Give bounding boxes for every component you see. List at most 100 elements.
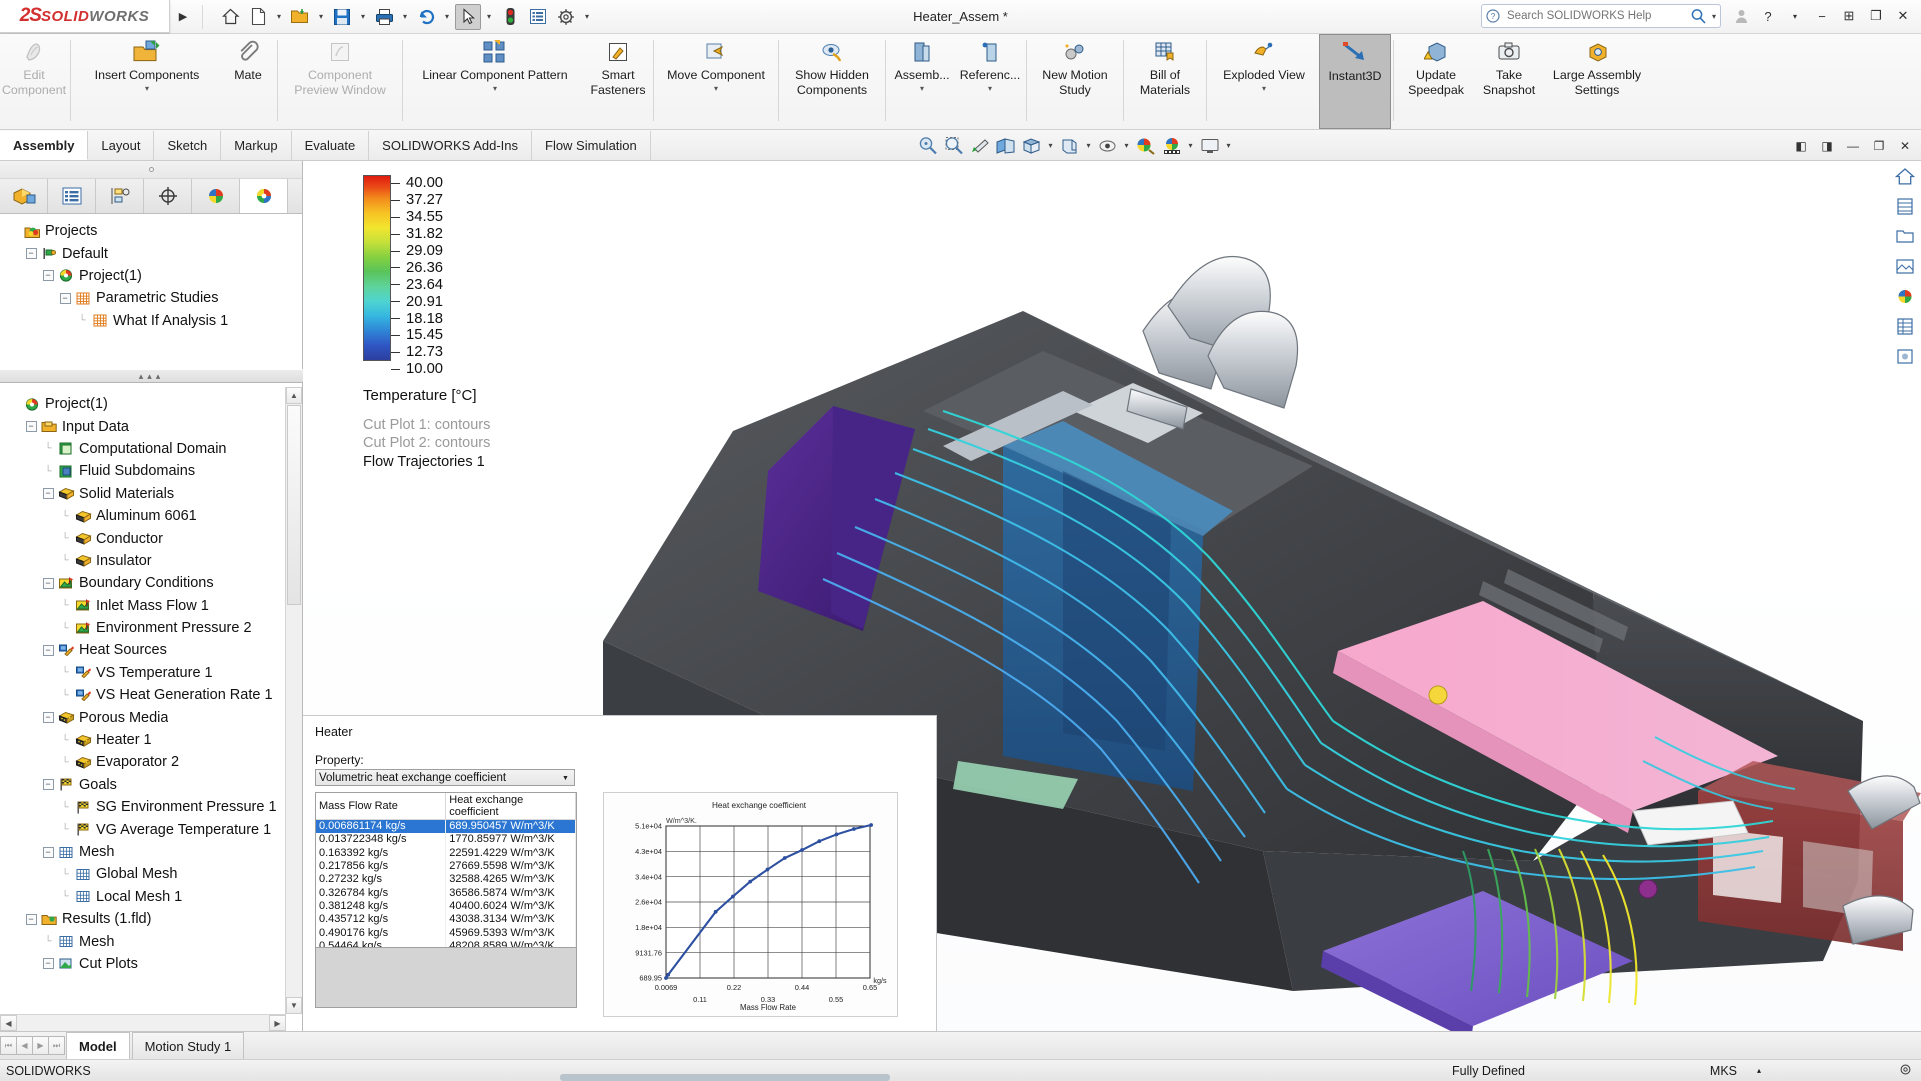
hide-show-items-caret-icon[interactable]: ▾ bbox=[1121, 141, 1132, 150]
tree-vertical-scrollbar[interactable]: ▲ ▼ bbox=[285, 387, 302, 1014]
tree-item-solid-materials[interactable]: − Solid Materials bbox=[6, 483, 285, 505]
appearances-pane-icon[interactable] bbox=[1891, 223, 1919, 250]
tree-item-fluid-subdomains[interactable]: └ Fluid Subdomains bbox=[6, 460, 285, 482]
tree-expander-collapse-icon[interactable]: − bbox=[57, 292, 73, 304]
undo-icon[interactable] bbox=[413, 4, 439, 30]
exploded-view-dropdown-icon[interactable]: ▾ bbox=[1262, 84, 1266, 94]
show-hidden-components-button[interactable]: Show Hidden Components bbox=[781, 34, 883, 129]
graphics-area[interactable]: 40.00 37.27 34.55 31.82 29.09 26.36 23.64 20.91… bbox=[303, 161, 1921, 1031]
hide-show-items-icon[interactable] bbox=[1095, 133, 1120, 158]
print-caret-icon[interactable]: ▾ bbox=[399, 4, 411, 30]
settings-caret-icon[interactable]: ▾ bbox=[581, 4, 593, 30]
tree-expander-collapse-icon[interactable]: − bbox=[40, 644, 56, 656]
tree-item-conductor[interactable]: └ Conductor bbox=[6, 527, 285, 549]
tree-item-vs-temperature-1[interactable]: └ VS Temperature 1 bbox=[6, 662, 285, 684]
minus-icon[interactable]: − bbox=[42, 577, 54, 589]
tree-item-aluminum-6061[interactable]: └ Aluminum 6061 bbox=[6, 505, 285, 527]
tree-item-heat-sources[interactable]: − Heat Sources bbox=[6, 639, 285, 661]
search-caret-icon[interactable]: ▾ bbox=[1712, 12, 1716, 21]
scroll-thumb[interactable] bbox=[287, 405, 301, 605]
help-caret-icon[interactable]: ▾ bbox=[1783, 4, 1807, 28]
table-row[interactable]: 0.326784 kg/s 36586.5874 W/m^3/K bbox=[316, 885, 576, 900]
move-component-button[interactable]: Move Component ▾ bbox=[656, 34, 776, 129]
tree-item-vs-heat-generation-rate-1[interactable]: └ VS Heat Generation Rate 1 bbox=[6, 684, 285, 706]
options-list-icon[interactable] bbox=[525, 4, 551, 30]
tab-evaluate[interactable]: Evaluate bbox=[292, 131, 370, 160]
minimize-window-icon[interactable]: — bbox=[1841, 134, 1865, 158]
tree-item-cut-plots[interactable]: − Cut Plots bbox=[6, 953, 285, 975]
tree-item-what-if-analysis-1[interactable]: └ What If Analysis 1 bbox=[6, 310, 302, 332]
scroll-down-arrow-icon[interactable]: ▼ bbox=[286, 997, 302, 1014]
tree-horizontal-scrollbar[interactable]: ◀ ▶ bbox=[0, 1014, 286, 1031]
zoom-to-fit-icon[interactable] bbox=[915, 133, 940, 158]
restore-window-icon[interactable]: ❐ bbox=[1867, 134, 1891, 158]
tree-item-goals[interactable]: − Goals bbox=[6, 774, 285, 796]
display-pane-icon[interactable] bbox=[1891, 193, 1919, 220]
tree-expander-collapse-icon[interactable]: − bbox=[40, 488, 56, 500]
first-tab-button[interactable]: ⏮ bbox=[0, 1036, 17, 1055]
tree-item-projects[interactable]: Projects bbox=[6, 220, 302, 242]
minimize-button[interactable]: − bbox=[1810, 4, 1834, 28]
view-settings-caret-icon[interactable]: ▾ bbox=[1223, 141, 1234, 150]
minus-icon[interactable]: − bbox=[25, 248, 37, 260]
table-row[interactable]: 0.013722348 kg/s 1770.85977 W/m^3/K bbox=[316, 832, 576, 847]
display-style-caret-icon[interactable]: ▾ bbox=[1083, 141, 1094, 150]
tab-markup[interactable]: Markup bbox=[221, 131, 292, 160]
configuration-manager-tab[interactable] bbox=[96, 179, 144, 213]
view-settings-icon[interactable] bbox=[1197, 133, 1222, 158]
zoom-to-area-icon[interactable] bbox=[941, 133, 966, 158]
exploded-view-button[interactable]: Exploded View ▾ bbox=[1209, 34, 1319, 129]
display-manager-tab[interactable] bbox=[192, 179, 240, 213]
minus-icon[interactable]: − bbox=[42, 779, 54, 791]
scroll-up-arrow-icon[interactable]: ▲ bbox=[286, 387, 302, 404]
instant3d-button[interactable]: Instant3D bbox=[1319, 34, 1391, 129]
component-preview-window-button[interactable]: Component Preview Window bbox=[280, 34, 400, 129]
solidworks-logo[interactable]: 2S SOLID WORKS bbox=[0, 0, 170, 33]
new-motion-study-button[interactable]: New Motion Study bbox=[1029, 34, 1121, 129]
minus-icon[interactable]: − bbox=[59, 292, 71, 304]
tree-item-mesh[interactable]: └ Mesh bbox=[6, 930, 285, 952]
insert-components-dropdown-icon[interactable]: ▾ bbox=[145, 84, 149, 94]
edit-appearance-icon[interactable] bbox=[1133, 133, 1158, 158]
minus-icon[interactable]: − bbox=[42, 846, 54, 858]
scroll-track[interactable] bbox=[17, 1015, 269, 1031]
bill-of-materials-button[interactable]: Bill of Materials bbox=[1126, 34, 1204, 129]
tree-expander-collapse-icon[interactable]: − bbox=[40, 779, 56, 791]
tree-item-boundary-conditions[interactable]: − Boundary Conditions bbox=[6, 572, 285, 594]
view-orientation-caret-icon[interactable]: ▾ bbox=[1045, 141, 1056, 150]
close-window-icon[interactable]: ✕ bbox=[1893, 134, 1917, 158]
tree-item-environment-pressure-2[interactable]: └ Environment Pressure 2 bbox=[6, 617, 285, 639]
tree-item-input-data[interactable]: − Input Data bbox=[6, 415, 285, 437]
undo-caret-icon[interactable]: ▾ bbox=[441, 4, 453, 30]
table-row[interactable]: 0.217856 kg/s 27669.5598 W/m^3/K bbox=[316, 859, 576, 873]
property-select-caret-icon[interactable]: ▼ bbox=[559, 772, 572, 784]
previous-view-icon[interactable] bbox=[967, 133, 992, 158]
tree-expander-collapse-icon[interactable]: − bbox=[40, 846, 56, 858]
tree-item-parametric-studies[interactable]: − Parametric Studies bbox=[6, 287, 302, 309]
minus-icon[interactable]: − bbox=[42, 270, 54, 282]
select-caret-icon[interactable]: ▾ bbox=[483, 4, 495, 30]
restore-button[interactable]: ⊞ bbox=[1837, 4, 1861, 28]
insert-components-button[interactable]: Insert Components ▾ bbox=[73, 34, 221, 129]
select-cursor-icon[interactable] bbox=[455, 3, 481, 30]
tree-item-computational-domain[interactable]: └ Computational Domain bbox=[6, 438, 285, 460]
close-button[interactable]: ✕ bbox=[1891, 4, 1915, 28]
search-help-box[interactable]: ? ▾ bbox=[1481, 4, 1721, 28]
tab-sketch[interactable]: Sketch bbox=[154, 131, 222, 160]
open-document-caret-icon[interactable]: ▾ bbox=[315, 4, 327, 30]
status-units-caret-icon[interactable]: ▴ bbox=[1757, 1066, 1761, 1075]
apply-scene-icon[interactable] bbox=[1159, 133, 1184, 158]
settings-gear-icon[interactable] bbox=[553, 4, 579, 30]
display-style-icon[interactable] bbox=[1057, 133, 1082, 158]
mate-button[interactable]: Mate bbox=[221, 34, 275, 129]
units-settings-icon[interactable] bbox=[1898, 1062, 1913, 1080]
custom-properties-icon[interactable] bbox=[1891, 313, 1919, 340]
table-row[interactable]: 0.006861174 kg/s 689.950457 W/m^3/K bbox=[316, 819, 576, 833]
tab-assembly[interactable]: Assembly bbox=[0, 131, 89, 160]
new-document-caret-icon[interactable]: ▾ bbox=[273, 4, 285, 30]
home-view-icon[interactable] bbox=[1891, 163, 1919, 190]
assembly-features-button[interactable]: Assemb... ▾ bbox=[888, 34, 956, 129]
maximize-button[interactable]: ❐ bbox=[1864, 4, 1888, 28]
table-row[interactable]: 0.54464 kg/s 48208.8589 W/m^3/K bbox=[316, 939, 576, 947]
new-document-icon[interactable] bbox=[245, 4, 271, 30]
